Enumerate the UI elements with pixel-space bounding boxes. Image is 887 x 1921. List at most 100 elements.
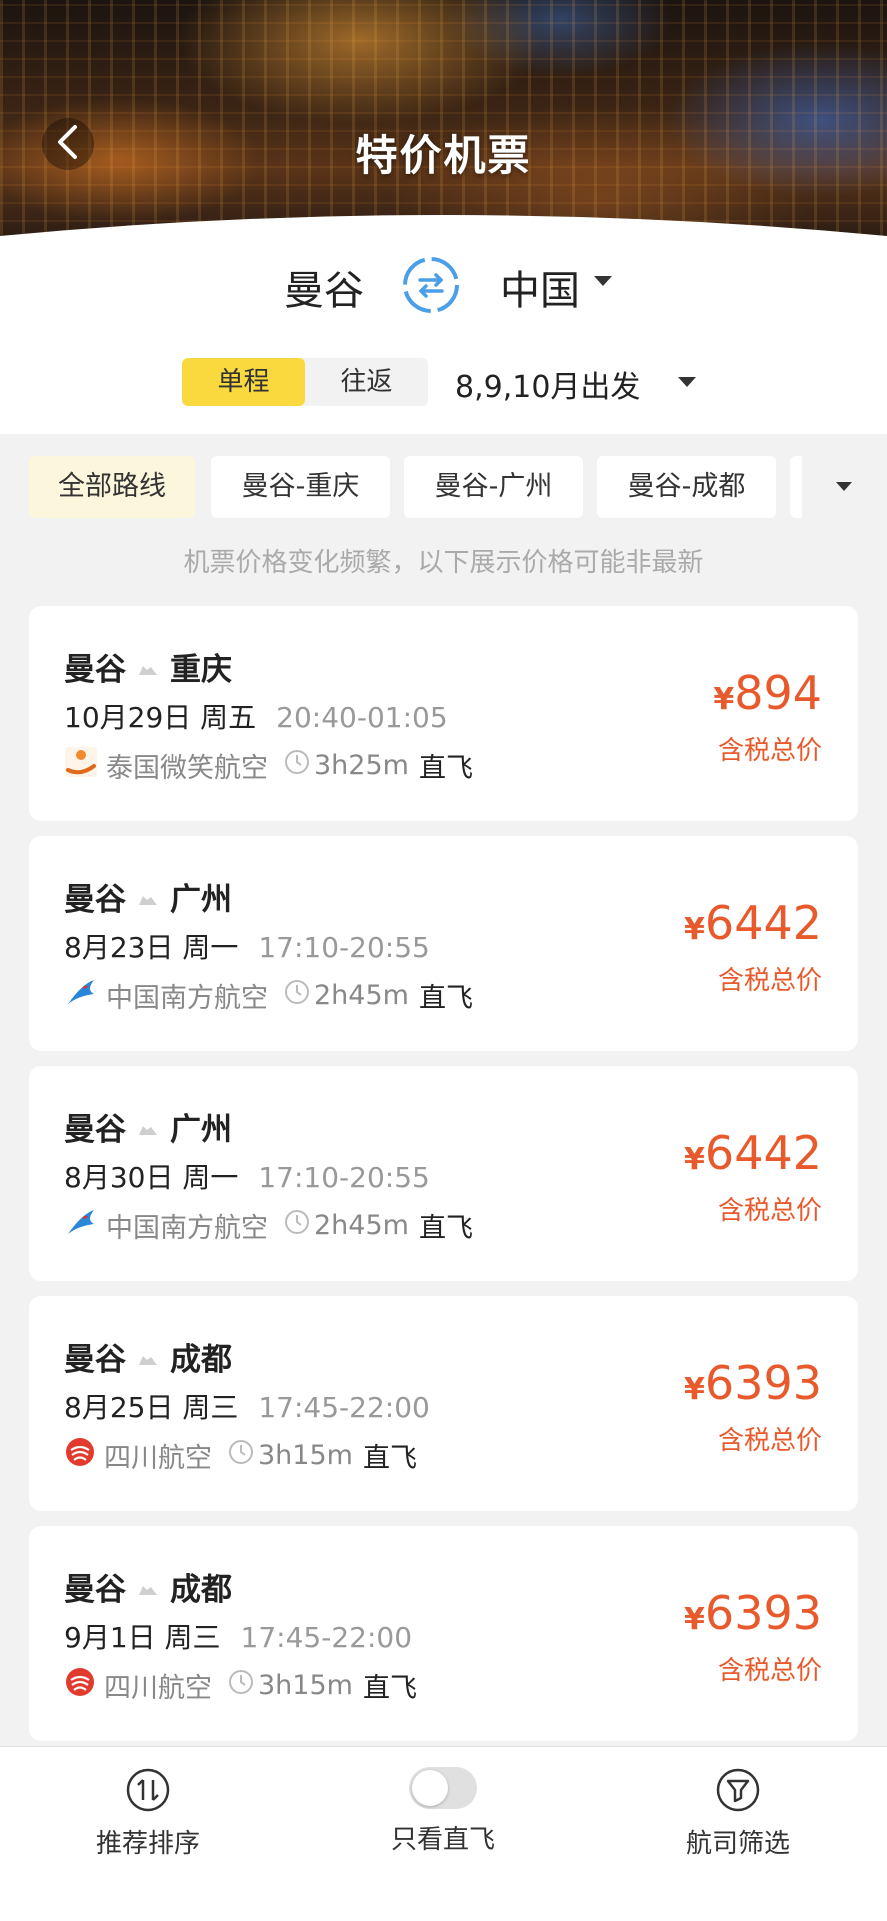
flight-when: 8月30日 周一 17:10-20:55 — [64, 1156, 430, 1196]
price-value: 6442 — [704, 1126, 822, 1180]
plane-icon — [138, 1109, 158, 1145]
route-chip-chongqing[interactable]: 曼谷-重庆 — [211, 456, 390, 518]
price-value: 6393 — [704, 1586, 822, 1640]
flight-price: ¥6442 — [684, 1126, 822, 1180]
price-value: 6442 — [704, 896, 822, 950]
route-destination: 广州 — [170, 1112, 232, 1148]
flight-when: 8月23日 周一 17:10-20:55 — [64, 926, 430, 966]
route-destination: 成都 — [170, 1572, 232, 1608]
route-chip-chengdu[interactable]: 曼谷-成都 — [597, 456, 776, 518]
currency-symbol: ¥ — [713, 682, 735, 717]
airline-filter-button[interactable]: 航司筛选 — [638, 1767, 838, 1860]
flight-card[interactable]: 曼谷 成都 8月25日 周三 17:45-22:00 四川航空 3h15m 直飞 … — [29, 1296, 858, 1511]
flight-info: 泰国微笑航空 3h25m 直飞 — [64, 746, 473, 785]
plane-icon — [138, 1569, 158, 1605]
tab-round-trip[interactable]: 往返 — [305, 358, 428, 406]
more-routes-button[interactable] — [790, 456, 887, 518]
flight-info: 中国南方航空 2h45m 直飞 — [64, 1206, 473, 1245]
flight-date: 8月23日 周一 — [64, 931, 239, 964]
flight-time: 20:40-01:05 — [276, 701, 448, 734]
flight-type: 直飞 — [362, 1443, 417, 1474]
airline-name: 四川航空 — [104, 1443, 212, 1474]
flight-route: 曼谷 广州 — [64, 874, 232, 919]
flight-card[interactable]: 曼谷 成都 9月1日 周三 17:45-22:00 四川航空 3h15m 直飞 ¥… — [29, 1526, 858, 1741]
sichuan-airlines-logo-icon — [64, 1436, 96, 1475]
flight-time: 17:45-22:00 — [240, 1621, 413, 1654]
currency-symbol: ¥ — [684, 1372, 705, 1407]
clock-icon — [284, 979, 310, 1012]
route-destination: 成都 — [170, 1342, 232, 1378]
price-notice: 机票价格变化频繁，以下展示价格可能非最新 — [183, 548, 704, 578]
flight-time: 17:45-22:00 — [258, 1391, 430, 1424]
route-chip-guangzhou[interactable]: 曼谷-广州 — [404, 456, 583, 518]
flight-type: 直飞 — [418, 753, 473, 784]
trip-type-toggle: 单程 往返 — [182, 358, 428, 406]
price-note: 含税总价 — [717, 736, 822, 766]
flight-type: 直飞 — [418, 983, 473, 1014]
flight-card[interactable]: 曼谷 广州 8月23日 周一 17:10-20:55 中国南方航空 2h45m 直… — [29, 836, 858, 1051]
route-destination: 广州 — [170, 882, 232, 918]
price-note: 含税总价 — [717, 966, 822, 996]
chip-overflow — [790, 456, 802, 518]
price-note: 含税总价 — [717, 1196, 822, 1226]
china-southern-logo-icon — [64, 976, 98, 1015]
flight-info: 四川航空 3h15m 直飞 — [64, 1436, 417, 1475]
currency-symbol: ¥ — [684, 912, 705, 947]
flight-type: 直飞 — [362, 1673, 417, 1704]
flight-date: 8月30日 周一 — [64, 1161, 239, 1194]
filter-icon — [715, 1768, 761, 1817]
caret-down-icon[interactable] — [678, 377, 696, 387]
airline-name: 中国南方航空 — [106, 1213, 268, 1244]
sort-label: 推荐排序 — [95, 1829, 200, 1859]
flight-type: 直飞 — [418, 1213, 473, 1244]
flight-price: ¥894 — [713, 666, 822, 720]
price-value: 894 — [734, 666, 822, 720]
flight-date: 8月25日 周三 — [64, 1391, 239, 1424]
airline-name: 泰国微笑航空 — [106, 753, 268, 784]
caret-down-icon — [836, 482, 852, 491]
airline-filter-label: 航司筛选 — [685, 1829, 790, 1859]
flight-time: 17:10-20:55 — [258, 1161, 430, 1194]
airline-name: 中国南方航空 — [106, 983, 268, 1014]
flight-route: 曼谷 重庆 — [64, 644, 232, 689]
departure-months[interactable]: 8,9,10月出发 — [455, 362, 640, 406]
route-chip-all[interactable]: 全部路线 — [29, 456, 195, 518]
flight-date: 9月1日 周三 — [64, 1621, 221, 1654]
clock-icon — [284, 749, 310, 782]
flight-duration: 3h15m — [258, 1670, 353, 1701]
route-origin: 曼谷 — [64, 652, 126, 688]
flight-card[interactable]: 曼谷 重庆 10月29日 周五 20:40-01:05 泰国微笑航空 3h25m … — [29, 606, 858, 821]
flight-price: ¥6393 — [684, 1586, 822, 1640]
direct-only-label: 只看直飞 — [390, 1825, 495, 1855]
price-value: 6393 — [704, 1356, 822, 1410]
flight-info: 中国南方航空 2h45m 直飞 — [64, 976, 473, 1015]
bottom-action-bar: 推荐排序 只看直飞 航司筛选 — [0, 1746, 887, 1921]
page-title: 特价机票 — [355, 131, 532, 180]
toggle-switch[interactable] — [409, 1767, 477, 1809]
flight-card[interactable]: 曼谷 广州 8月30日 周一 17:10-20:55 中国南方航空 2h45m 直… — [29, 1066, 858, 1281]
swap-button[interactable] — [400, 254, 462, 316]
caret-down-icon[interactable] — [594, 276, 612, 286]
plane-icon — [138, 879, 158, 915]
flight-price: ¥6442 — [684, 896, 822, 950]
flight-time: 17:10-20:55 — [258, 931, 430, 964]
flight-when: 8月25日 周三 17:45-22:00 — [64, 1386, 430, 1426]
currency-symbol: ¥ — [684, 1142, 705, 1177]
tab-one-way[interactable]: 单程 — [182, 358, 305, 406]
plane-icon — [138, 1339, 158, 1375]
direct-only-toggle[interactable]: 只看直飞 — [343, 1767, 543, 1856]
destination-city[interactable]: 中国 — [500, 258, 580, 316]
flight-duration: 3h15m — [258, 1440, 353, 1471]
route-origin: 曼谷 — [64, 882, 126, 918]
flight-when: 10月29日 周五 20:40-01:05 — [64, 696, 448, 736]
sort-button[interactable]: 推荐排序 — [48, 1767, 248, 1860]
route-origin: 曼谷 — [64, 1112, 126, 1148]
route-destination: 重庆 — [170, 652, 232, 688]
flight-date: 10月29日 周五 — [64, 701, 257, 734]
price-note: 含税总价 — [717, 1426, 822, 1456]
airline-name: 四川航空 — [104, 1673, 212, 1704]
origin-city[interactable]: 曼谷 — [284, 258, 364, 316]
flight-price: ¥6393 — [684, 1356, 822, 1410]
sort-icon — [125, 1768, 171, 1817]
flight-info: 四川航空 3h15m 直飞 — [64, 1666, 417, 1705]
